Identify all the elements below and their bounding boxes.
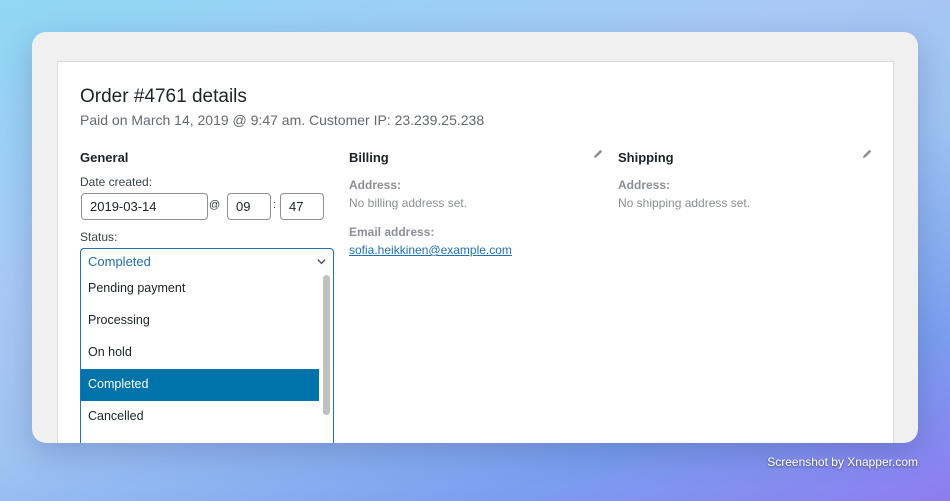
shipping-heading: Shipping bbox=[618, 150, 674, 165]
edit-billing-pencil-icon[interactable] bbox=[591, 147, 605, 161]
time-colon: : bbox=[273, 199, 277, 211]
dropdown-scrollbar[interactable] bbox=[323, 275, 330, 415]
minute-input[interactable]: 47 bbox=[280, 193, 324, 220]
status-label: Status: bbox=[80, 230, 118, 244]
status-selected-value: Completed bbox=[88, 254, 151, 269]
page-title: Order #4761 details bbox=[80, 86, 247, 107]
at-separator: @ bbox=[209, 199, 221, 211]
hour-input[interactable]: 09 bbox=[227, 193, 271, 220]
screenshot-frame: Order #4761 details Paid on March 14, 20… bbox=[32, 32, 918, 443]
date-created-input[interactable]: 2019-03-14 bbox=[81, 193, 208, 220]
edit-shipping-pencil-icon[interactable] bbox=[860, 147, 874, 161]
status-select[interactable]: Completed bbox=[80, 248, 334, 274]
billing-email-label: Email address: bbox=[349, 225, 435, 239]
status-dropdown-list[interactable]: Pending payment Processing On hold Compl… bbox=[80, 273, 334, 443]
shipping-address-label: Address: bbox=[618, 178, 671, 192]
billing-address-label: Address: bbox=[349, 178, 402, 192]
status-option-processing[interactable]: Processing bbox=[81, 305, 319, 337]
status-option-on-hold[interactable]: On hold bbox=[81, 337, 319, 369]
date-created-label: Date created: bbox=[80, 175, 153, 189]
screenshot-credit: Screenshot by Xnapper.com bbox=[767, 455, 918, 469]
general-heading: General bbox=[80, 150, 129, 165]
chevron-down-icon bbox=[317, 259, 326, 265]
status-option-completed[interactable]: Completed bbox=[81, 369, 319, 401]
status-option-cancelled[interactable]: Cancelled bbox=[81, 401, 319, 433]
order-subtitle: Paid on March 14, 2019 @ 9:47 am. Custom… bbox=[80, 112, 485, 128]
billing-email-link[interactable]: sofia.heikkinen@example.com bbox=[349, 243, 512, 257]
billing-heading: Billing bbox=[349, 150, 389, 165]
billing-address-value: No billing address set. bbox=[349, 196, 468, 210]
shipping-address-value: No shipping address set. bbox=[618, 196, 751, 210]
order-details-panel: Order #4761 details Paid on March 14, 20… bbox=[57, 61, 894, 443]
status-option-pending-payment[interactable]: Pending payment bbox=[81, 273, 319, 305]
